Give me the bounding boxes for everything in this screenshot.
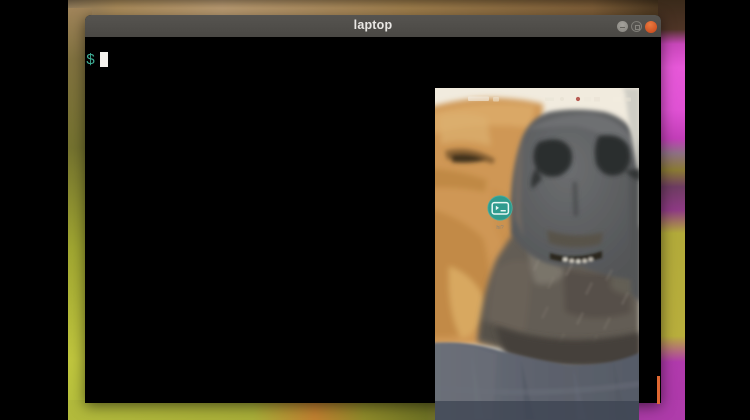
svg-text:hi?: hi?: [496, 225, 503, 231]
